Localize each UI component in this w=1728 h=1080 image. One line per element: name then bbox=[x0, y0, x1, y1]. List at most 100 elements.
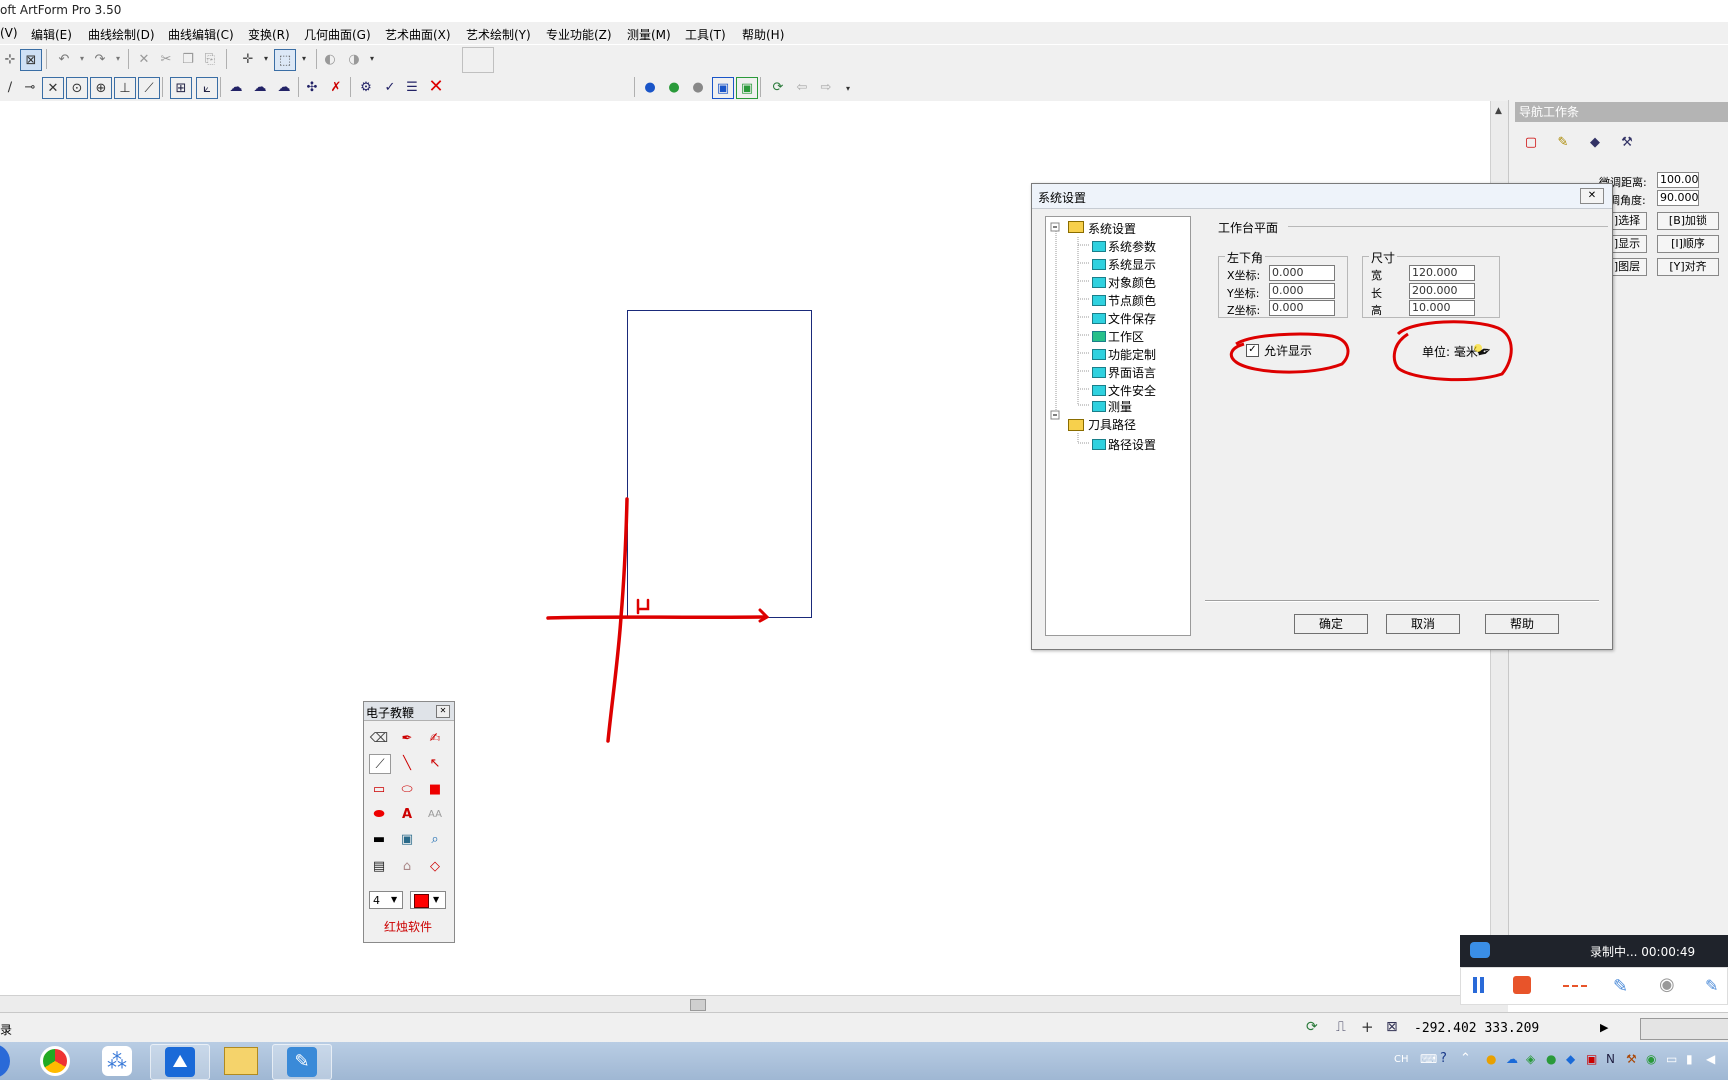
surface-icon[interactable]: ☁ bbox=[226, 77, 246, 97]
menu-pro-functions[interactable]: 专业功能(Z) bbox=[546, 26, 612, 43]
keyboard-icon[interactable]: ⌨ bbox=[1420, 1052, 1437, 1066]
pen-color-select[interactable]: ▼ bbox=[410, 891, 446, 909]
tangent-icon[interactable]: ⟋ bbox=[138, 77, 160, 99]
line-icon[interactable]: ∕ bbox=[0, 77, 20, 97]
properties-icon[interactable]: ☰ bbox=[402, 77, 422, 97]
settings-icon[interactable]: ⚙ bbox=[356, 77, 376, 97]
e-pointer-titlebar[interactable]: 电子教鞭 ✕ bbox=[364, 702, 454, 721]
chevron-down-icon[interactable]: ▾ bbox=[256, 49, 276, 69]
dialog-title-bar[interactable]: 系统设置 ✕ bbox=[1032, 184, 1612, 209]
tree-root-system-settings[interactable]: 系统设置 bbox=[1088, 220, 1136, 237]
chevron-down-icon[interactable]: ▾ bbox=[294, 49, 314, 69]
stop-icon[interactable] bbox=[1513, 976, 1531, 994]
tree-item-file-save[interactable]: 文件保存 bbox=[1108, 310, 1156, 327]
box-icon[interactable]: ▢ bbox=[1521, 132, 1541, 152]
menu-edit[interactable]: 编辑(E) bbox=[31, 26, 72, 43]
font-size-icon[interactable]: AA bbox=[425, 805, 445, 823]
eraser-icon[interactable]: ◆ bbox=[1585, 132, 1605, 152]
filled-ellipse-icon[interactable]: ⬬ bbox=[369, 805, 389, 823]
tray-sync-icon[interactable]: ◆ bbox=[1566, 1052, 1575, 1066]
circle-center-icon[interactable]: ⊙ bbox=[66, 77, 88, 99]
menu-art-surface[interactable]: 艺术曲面(X) bbox=[385, 26, 451, 43]
marker-icon[interactable]: ✍ bbox=[425, 729, 445, 747]
refresh-icon[interactable]: ⟳ bbox=[768, 77, 788, 97]
tray-shield-icon[interactable]: ◈ bbox=[1526, 1052, 1535, 1066]
layer-button[interactable]: ]图层 bbox=[1607, 258, 1647, 276]
tree-item-customize[interactable]: 功能定制 bbox=[1108, 346, 1156, 363]
ellipse-tool-icon[interactable]: ⬭ bbox=[397, 780, 417, 798]
brush-icon[interactable]: ✎ bbox=[1613, 976, 1628, 997]
pencil-icon[interactable]: ✎ bbox=[1553, 132, 1573, 152]
tree-item-system-params[interactable]: 系统参数 bbox=[1108, 238, 1156, 255]
tray-tool-icon[interactable]: ⚒ bbox=[1626, 1052, 1637, 1066]
scroll-thumb[interactable] bbox=[690, 999, 706, 1011]
light-off-icon[interactable]: ● bbox=[688, 77, 708, 97]
menu-transform[interactable]: 变换(R) bbox=[248, 26, 290, 43]
surface-edit-icon[interactable]: ☁ bbox=[250, 77, 270, 97]
refresh-icon[interactable]: ⟳ bbox=[1306, 1019, 1318, 1035]
pen-width-select[interactable]: 4 ▼ bbox=[369, 891, 403, 909]
play-icon[interactable]: ▶ bbox=[1600, 1021, 1608, 1034]
redo-icon[interactable]: ↷ bbox=[90, 49, 110, 69]
width-input[interactable]: 120.000 bbox=[1409, 265, 1475, 281]
freehand-icon[interactable]: ⟋ bbox=[369, 754, 391, 774]
allow-display-checkbox[interactable]: ✓ bbox=[1246, 344, 1259, 357]
ruler-icon[interactable]: ⎍ bbox=[1336, 1019, 1346, 1035]
audio-level-icon[interactable] bbox=[1563, 982, 1587, 987]
delete-icon[interactable]: ✕ bbox=[134, 49, 154, 69]
tray-display-icon[interactable]: ▭ bbox=[1666, 1052, 1677, 1066]
tree-item-object-color[interactable]: 对象颜色 bbox=[1108, 274, 1156, 291]
text-tool-icon[interactable]: A bbox=[397, 805, 417, 823]
frame-icon[interactable]: ▣ bbox=[712, 77, 734, 99]
ok-button[interactable]: 确定 bbox=[1294, 614, 1368, 634]
tray-cloud-icon[interactable]: ☁ bbox=[1506, 1052, 1518, 1066]
close-icon[interactable]: ✕ bbox=[436, 705, 450, 718]
height-input[interactable]: 10.000 bbox=[1409, 300, 1475, 316]
pause-icon[interactable] bbox=[1473, 977, 1477, 993]
chevron-down-icon[interactable]: ▾ bbox=[108, 49, 128, 69]
lock-button[interactable]: [B]加锁 bbox=[1657, 212, 1719, 230]
taskbar-teaching-tool[interactable]: ✎ bbox=[272, 1044, 332, 1080]
eraser-icon[interactable]: ⌫ bbox=[369, 729, 389, 747]
copy-icon[interactable]: ❐ bbox=[178, 49, 198, 69]
open-folder-icon[interactable]: ⌂ bbox=[397, 857, 417, 875]
shade-icon[interactable]: ◐ bbox=[320, 49, 340, 69]
arrow-left-icon[interactable]: ⇦ bbox=[792, 77, 812, 97]
clear-icon[interactable]: ◇ bbox=[425, 857, 445, 875]
tray-wechat-icon[interactable]: ● bbox=[1546, 1052, 1556, 1066]
point-on-line-icon[interactable]: ⊸ bbox=[20, 77, 40, 97]
taskbar-explorer[interactable] bbox=[212, 1044, 270, 1078]
node-icon[interactable]: ✣ bbox=[302, 77, 322, 97]
tray-app-icon[interactable]: ● bbox=[1486, 1052, 1496, 1066]
tree-item-ui-language[interactable]: 界面语言 bbox=[1108, 364, 1156, 381]
tree-root-toolpath[interactable]: 刀具路径 bbox=[1088, 416, 1136, 433]
z-coordinate-input[interactable]: 0.000 bbox=[1269, 300, 1335, 316]
tree-item-file-security[interactable]: 文件安全 bbox=[1108, 382, 1156, 399]
tree-item-measure[interactable]: 测量 bbox=[1108, 398, 1132, 415]
align-button[interactable]: [Y]对齐 bbox=[1657, 258, 1719, 276]
pen-icon[interactable]: ✎ bbox=[1705, 976, 1718, 995]
arrow-right-icon[interactable]: ⇨ bbox=[816, 77, 836, 97]
fine-distance-field[interactable]: 100.00 bbox=[1657, 172, 1699, 188]
magnifier-icon[interactable]: ⌕ bbox=[425, 830, 445, 848]
tree-item-path-settings[interactable]: 路径设置 bbox=[1108, 436, 1156, 453]
chevron-down-icon[interactable]: ▾ bbox=[72, 49, 92, 69]
taskbar-cloud-app[interactable]: ⁂ bbox=[88, 1044, 146, 1078]
perpendicular-icon[interactable]: ⊥ bbox=[114, 77, 136, 99]
tray-nvidia-icon[interactable]: ◉ bbox=[1646, 1052, 1656, 1066]
frame-green-icon[interactable]: ▣ bbox=[736, 77, 758, 99]
crosshair-icon[interactable]: ✛ bbox=[238, 49, 258, 69]
display-button[interactable]: ]显示 bbox=[1607, 235, 1647, 253]
filled-rectangle-icon[interactable]: ■ bbox=[425, 780, 445, 798]
length-input[interactable]: 200.000 bbox=[1409, 283, 1475, 299]
rectangle-tool-icon[interactable]: ▭ bbox=[369, 780, 389, 798]
taskbar-artform[interactable]: ⛰ bbox=[150, 1044, 210, 1080]
fine-angle-field[interactable]: 90.000 bbox=[1657, 190, 1699, 206]
volume-icon[interactable]: ◀ bbox=[1706, 1052, 1715, 1066]
chevron-down-icon[interactable]: ▾ bbox=[838, 79, 858, 99]
line-tool-icon[interactable]: ╲ bbox=[397, 754, 417, 772]
help-icon[interactable]: ? bbox=[1440, 1051, 1447, 1066]
snap-icon[interactable]: ⊹ bbox=[0, 49, 20, 69]
view-cube-icon[interactable]: ⬚ bbox=[274, 49, 296, 71]
tree-item-system-display[interactable]: 系统显示 bbox=[1108, 256, 1156, 273]
